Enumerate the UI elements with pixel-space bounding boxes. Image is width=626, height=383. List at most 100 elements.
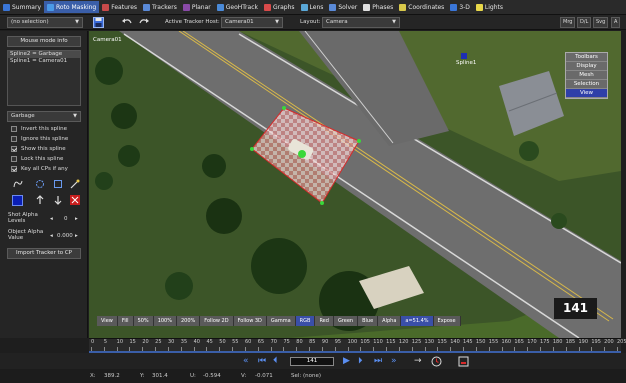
channel-button[interactable]: Green <box>333 316 359 326</box>
save-icon[interactable] <box>93 17 107 28</box>
stepper-left-icon[interactable]: ◂ <box>50 216 53 222</box>
main-toolbar: (no selection) ▼ Active Tracker Host: Ca… <box>0 14 626 30</box>
tab-features[interactable]: Features <box>99 1 140 13</box>
channel-button[interactable]: 50% <box>133 316 154 326</box>
prev-key-icon[interactable]: ⏮ <box>258 356 266 366</box>
frame-input[interactable]: 141 <box>290 357 334 366</box>
checkbox-box[interactable] <box>11 166 17 172</box>
clock-icon[interactable] <box>431 356 442 370</box>
timeline-tick-label: 65 <box>257 339 265 345</box>
key-all-cps-checkbox[interactable]: Key all CPs if any <box>11 165 68 173</box>
channel-button[interactable]: Blue <box>358 316 379 326</box>
arrow-down-icon[interactable] <box>53 195 63 205</box>
camera-viewport[interactable]: Camera01 Spline1 Toolbars Display Mesh S… <box>89 31 621 338</box>
checkbox-box[interactable] <box>11 156 17 162</box>
channel-button[interactable]: Gamma <box>266 316 296 326</box>
circle-tool-icon[interactable] <box>35 179 45 189</box>
checkbox-box[interactable] <box>11 136 17 142</box>
ignore-spline-checkbox[interactable]: Ignore this spline <box>11 135 68 143</box>
import-tracker-button[interactable]: Import Tracker to CP <box>7 248 81 259</box>
checkbox-box[interactable] <box>11 126 17 132</box>
mouse-mode-info-button[interactable]: Mouse mode info <box>7 36 81 47</box>
channel-button[interactable]: RGB <box>295 316 316 326</box>
stepper-right-icon[interactable]: ▸ <box>75 216 78 222</box>
redo-icon[interactable] <box>138 17 152 28</box>
shot-alpha-value[interactable]: 0 <box>64 216 68 222</box>
layout-dropdown[interactable]: Camera ▼ <box>322 17 400 28</box>
channel-button[interactable]: Expose <box>433 316 461 326</box>
active-host-dropdown[interactable]: Camera01 ▼ <box>221 17 283 28</box>
menu-item-mesh[interactable]: Mesh <box>566 71 607 80</box>
show-spline-checkbox[interactable]: Show this spline <box>11 145 66 153</box>
keyframe-icon[interactable] <box>458 356 469 370</box>
draw-curve-icon[interactable] <box>13 179 23 189</box>
3d-icon <box>450 3 458 11</box>
delete-icon[interactable] <box>70 195 80 205</box>
channel-button[interactable]: Alpha <box>378 316 402 326</box>
forward-end-icon[interactable]: » <box>391 356 397 366</box>
channel-button[interactable]: a=51.4% <box>401 316 434 326</box>
next-frame-icon[interactable]: ⏵ <box>358 356 363 366</box>
undo-icon[interactable] <box>121 17 135 28</box>
arrow-right-icon[interactable]: → <box>414 356 422 366</box>
checkbox-box[interactable] <box>11 146 17 152</box>
timeline-tick <box>475 347 477 351</box>
timeline[interactable]: 0 5 10 15 20 25 30 35 40 45 50 55 60 65 70 75 80 85 90 95 10… <box>89 338 626 354</box>
timeline-tick <box>244 347 246 351</box>
channel-button[interactable]: 100% <box>153 316 177 326</box>
spline-list[interactable]: Spline2 = Garbage Spline1 = Camera01 <box>7 50 81 106</box>
tab-roto-masking[interactable]: Roto Masking <box>44 1 100 13</box>
shot-alpha-label: Shot Alpha Levels <box>8 212 38 224</box>
tab-geohtrack[interactable]: GeoHTrack <box>214 1 261 13</box>
channel-button[interactable]: Follow 2D <box>200 316 234 326</box>
channel-button[interactable]: Red <box>315 316 334 326</box>
tab-trackers[interactable]: Trackers <box>140 1 180 13</box>
timeline-tick-label: 90 <box>321 339 329 345</box>
a-button[interactable]: A <box>611 17 621 28</box>
spline-color-swatch[interactable] <box>12 195 23 206</box>
tab-planar[interactable]: Planar <box>180 1 214 13</box>
invert-spline-checkbox[interactable]: Invert this spline <box>11 125 67 133</box>
tab-lights[interactable]: Lights <box>473 1 506 13</box>
magic-wand-icon[interactable] <box>70 179 80 189</box>
menu-item-selection[interactable]: Selection <box>566 80 607 89</box>
tab-3-d[interactable]: 3-D <box>447 1 473 13</box>
timeline-tick-label: 175 <box>540 339 550 345</box>
selection-dropdown[interactable]: (no selection) ▼ <box>7 17 83 28</box>
menu-item-view[interactable]: View <box>566 89 607 98</box>
mrg-button[interactable]: Mrg <box>560 17 576 28</box>
prev-frame-icon[interactable]: ⏴ <box>273 356 278 366</box>
channel-button[interactable]: View <box>97 316 118 326</box>
stepper-right-icon[interactable]: ▸ <box>75 233 78 239</box>
menu-item-display[interactable]: Display <box>566 62 607 71</box>
tab-summary[interactable]: Summary <box>0 1 44 13</box>
next-key-icon[interactable]: ⏭ <box>374 356 382 366</box>
tab-phases[interactable]: Phases <box>360 1 396 13</box>
play-icon[interactable]: ▶ <box>343 356 350 366</box>
lock-spline-checkbox[interactable]: Lock this spline <box>11 155 63 163</box>
u-coord-value: -0.594 <box>203 373 221 379</box>
spline-role-dropdown[interactable]: Garbage ▼ <box>7 111 81 122</box>
channel-button[interactable]: Fill <box>117 316 134 326</box>
timeline-tick <box>257 347 259 351</box>
channel-button[interactable]: 200% <box>176 316 201 326</box>
channel-button[interactable]: Follow 3D <box>233 316 267 326</box>
object-alpha-value[interactable]: 0.000 <box>57 233 73 239</box>
tab-graphs[interactable]: Graphs <box>261 1 298 13</box>
arrow-up-icon[interactable] <box>35 195 45 205</box>
timeline-tick-label: 70 <box>270 339 277 345</box>
svg-button[interactable]: Svg <box>593 17 609 28</box>
menu-item-toolbars[interactable]: Toolbars <box>566 53 607 62</box>
tab-coordinates[interactable]: Coordinates <box>396 1 447 13</box>
tab-label: Coordinates <box>408 3 445 11</box>
tab-solver[interactable]: Solver <box>326 1 360 13</box>
phases-icon <box>363 3 371 11</box>
rewind-start-icon[interactable]: « <box>243 356 249 366</box>
tab-label: Solver <box>338 3 358 11</box>
tab-lens[interactable]: Lens <box>298 1 327 13</box>
stepper-left-icon[interactable]: ◂ <box>50 233 53 239</box>
list-item[interactable]: Spline1 = Camera01 <box>8 58 80 65</box>
dl-button[interactable]: D/L <box>577 17 592 28</box>
rectangle-tool-icon[interactable] <box>53 179 63 189</box>
list-item[interactable]: Spline2 = Garbage <box>8 51 80 58</box>
